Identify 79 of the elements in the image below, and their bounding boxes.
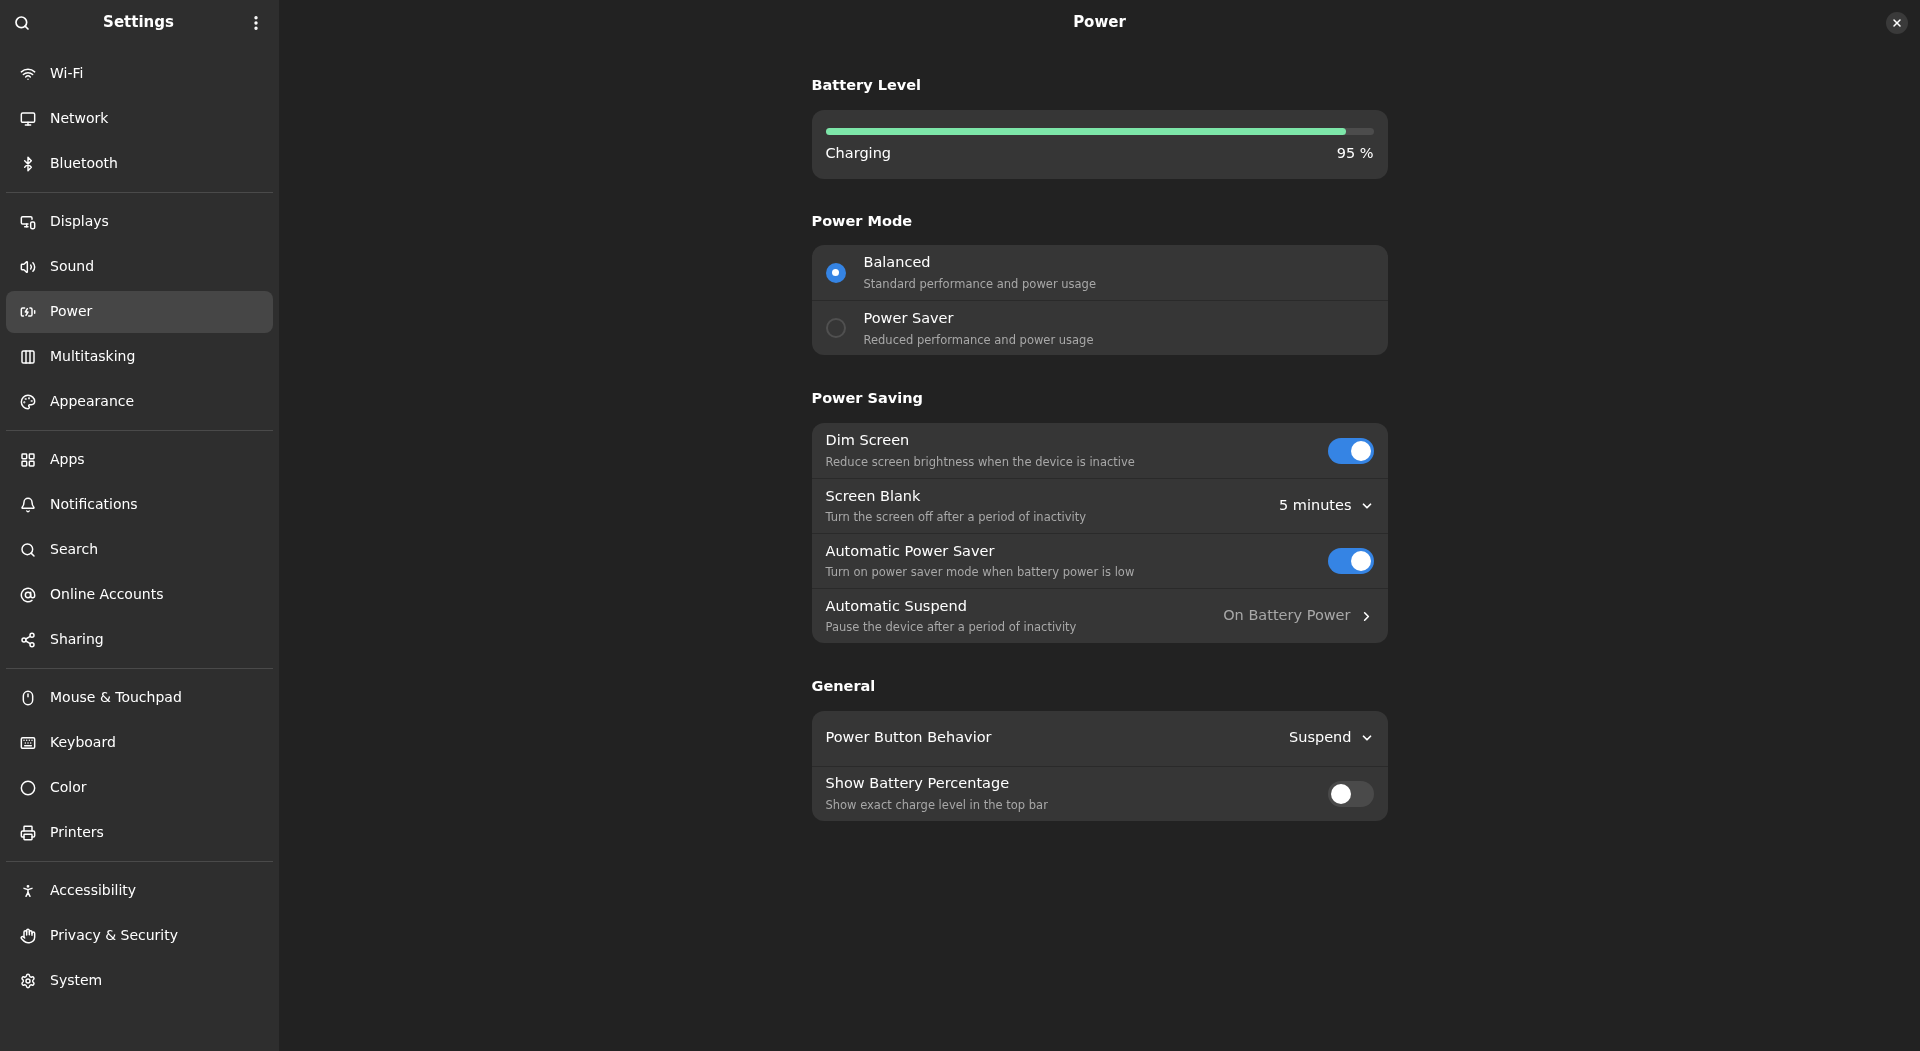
sidebar-item[interactable]: Keyboard [6,721,273,764]
row-title: Automatic Suspend [825,596,968,616]
row-subtitle: Pause the device after a period of inactivity [825,619,1077,637]
settings-row[interactable]: Automatic Suspend Pause the device after a period of inactivity On Battery Power [811,588,1388,643]
option-subtitle: Reduced performance and power usage [863,331,1094,349]
battery-status: Charging [825,143,892,163]
row-subtitle: Turn on power saver mode when battery power is low [825,564,1135,582]
toggle-switch[interactable] [1327,548,1374,574]
sidebar-title: Settings [103,12,174,34]
option-title: Power Saver [863,308,955,328]
row-title: Automatic Power Saver [825,541,996,561]
sidebar-item[interactable]: Sound [6,245,273,288]
row-title: Power Button Behavior [825,728,992,748]
display-icon [20,213,36,230]
radio-row[interactable]: Power Saver Reduced performance and power usage [811,300,1388,356]
radio-row[interactable]: Balanced Standard performance and power usage [811,245,1388,301]
search-icon [20,541,36,558]
battery-percentage: 95 % [1336,143,1374,163]
row-subtitle: Turn the screen off after a period of inactivity [825,509,1087,527]
keyboard-icon [20,734,36,751]
row-subtitle: Reduce screen brightness when the device is inactive [825,453,1135,471]
settings-row[interactable]: Automatic Power Saver Turn on power saver mode when battery power is low [811,533,1388,588]
sidebar-item[interactable]: System [6,959,273,1002]
sidebar-item[interactable]: Multitasking [6,335,273,378]
hand-icon [20,927,36,944]
dropdown-value[interactable]: 5 minutes [1278,495,1352,517]
bell-icon [20,496,36,513]
row-title: Dim Screen [825,431,911,450]
settings-row[interactable]: Screen Blank Turn the screen off after a period of inactivity 5 minutes [811,478,1388,533]
sidebar-item[interactable]: Search [6,528,273,571]
sidebar-item[interactable]: Appearance [6,380,273,423]
row-title: Show Battery Percentage [825,774,1011,794]
share-icon [20,631,36,648]
row-subtitle: Show exact charge level in the top bar [825,797,1048,814]
settings-row[interactable]: Dim Screen Reduce screen brightness when the device is inactive [811,423,1388,478]
option-title: Balanced [863,253,932,273]
sidebar-item[interactable]: Privacy & Security [6,914,273,957]
sidebar-item[interactable]: Sharing [6,618,273,661]
dropdown-value[interactable]: Suspend [1289,727,1352,750]
sidebar-item[interactable]: Mouse & Touchpad [6,676,273,719]
section-heading: General [811,677,877,696]
sidebar-item[interactable]: Bluetooth [6,142,273,185]
row-title: Screen Blank [825,486,922,506]
option-subtitle: Standard performance and power usage [863,276,1096,293]
section-heading: Battery Level [811,76,922,95]
search-icon[interactable] [14,14,30,31]
toggle-switch[interactable] [1327,437,1374,464]
speaker-icon [20,258,36,275]
palette-icon [20,393,36,410]
sidebar-item[interactable]: Accessibility [6,869,273,912]
radio-button[interactable] [825,262,846,283]
columns-icon [20,348,36,365]
sidebar-item[interactable]: Displays [6,200,273,243]
close-button[interactable] [1886,12,1908,34]
section-heading: Power Saving [811,389,924,409]
person-icon [20,882,36,899]
sidebar-item[interactable]: Network [6,97,273,140]
close-icon [1891,17,1903,29]
section-heading: Power Mode [811,211,914,231]
row-value: On Battery Power [1223,606,1351,626]
toggle-switch[interactable] [1327,780,1374,807]
sidebar-item[interactable]: Wi-Fi [6,52,273,95]
sidebar-item[interactable]: Power [6,290,273,333]
gear-icon [20,972,36,989]
page-title: Power [1073,12,1126,34]
grid-icon [20,451,36,468]
sidebar-item[interactable]: Printers [6,811,273,854]
at-sign-icon [20,586,36,603]
monitor-icon [20,110,36,127]
radio-button[interactable] [825,318,846,339]
sidebar-item[interactable]: Color [6,766,273,809]
sidebar-item[interactable]: Online Accounts [6,573,273,616]
settings-row[interactable]: Power Button Behavior Suspend [811,710,1388,766]
settings-row[interactable]: Show Battery Percentage Show exact charge level in the top bar [811,765,1388,821]
printer-icon [20,824,36,841]
circle-icon [20,779,36,796]
sidebar-item[interactable]: Notifications [6,483,273,526]
mouse-icon [20,689,36,706]
sidebar-item[interactable]: Apps [6,438,273,481]
